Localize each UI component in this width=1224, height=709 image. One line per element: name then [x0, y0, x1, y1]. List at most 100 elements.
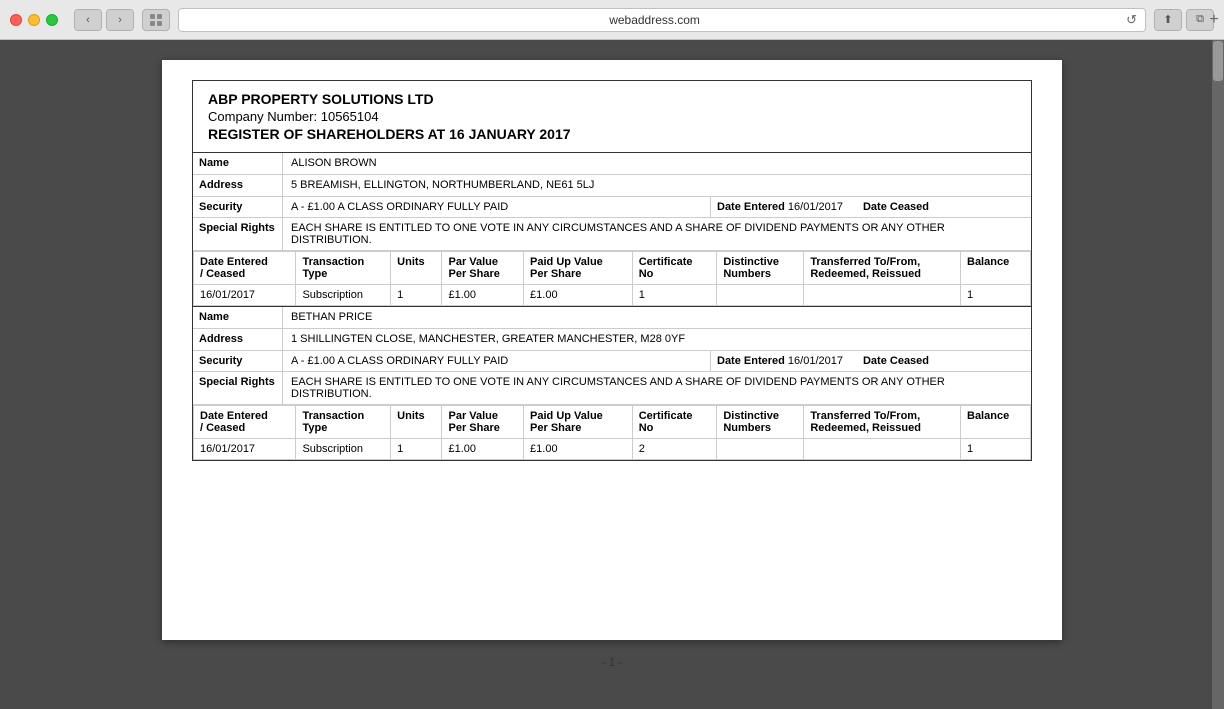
name-label-2: Name [193, 307, 283, 328]
address-bar[interactable]: webaddress.com ↺ [178, 8, 1146, 32]
col-units-2: Units [391, 406, 442, 439]
col-units-1: Units [391, 252, 442, 285]
security-value-1: A - £1.00 A CLASS ORDINARY FULLY PAID [283, 197, 711, 217]
table-row: 16/01/2017 Subscription 1 £1.00 £1.00 1 … [194, 285, 1031, 306]
company-number-line: Company Number: 10565104 [208, 109, 1016, 124]
col-date-1: Date Entered/ Ceased [194, 252, 296, 285]
security-row-2: Security A - £1.00 A CLASS ORDINARY FULL… [193, 351, 1031, 372]
date-entered-value-2: 16/01/2017 [788, 355, 843, 367]
name-value-1: ALISON BROWN [283, 153, 1031, 174]
cell-type-1-1: Subscription [296, 285, 391, 306]
url-text: webaddress.com [187, 13, 1122, 27]
tab-icon[interactable] [142, 9, 170, 31]
back-button[interactable]: ‹ [74, 9, 102, 31]
table-row: 16/01/2017 Subscription 1 £1.00 £1.00 2 … [194, 439, 1031, 460]
scrollbar-thumb[interactable] [1213, 41, 1223, 81]
company-number-label: Company Number: [208, 109, 317, 124]
cell-par-1-1: £1.00 [442, 285, 524, 306]
document-content: ABP PROPERTY SOLUTIONS LTD Company Numbe… [162, 60, 1062, 481]
name-row-1: Name ALISON BROWN [193, 153, 1031, 175]
cell-date-2-1: 16/01/2017 [194, 439, 296, 460]
col-transferred-1: Transferred To/From,Redeemed, Reissued [804, 252, 961, 285]
col-par-1: Par ValuePer Share [442, 252, 524, 285]
table-header-row-2: Date Entered/ Ceased TransactionType Uni… [194, 406, 1031, 439]
document-header: ABP PROPERTY SOLUTIONS LTD Company Numbe… [192, 80, 1032, 153]
address-row-2: Address 1 SHILLINGTEN CLOSE, MANCHESTER,… [193, 329, 1031, 351]
col-cert-2: CertificateNo [632, 406, 717, 439]
security-dates-1: Date Entered 16/01/2017 Date Ceased [711, 197, 1031, 217]
cell-date-1-1: 16/01/2017 [194, 285, 296, 306]
maximize-button[interactable] [46, 14, 58, 26]
col-balance-1: Balance [961, 252, 1031, 285]
close-button[interactable] [10, 14, 22, 26]
name-row-2: Name BETHAN PRICE [193, 307, 1031, 329]
special-rights-label-1: Special Rights [193, 218, 283, 250]
date-ceased-label-2: Date Ceased [863, 355, 929, 367]
special-rights-row-1: Special Rights EACH SHARE IS ENTITLED TO… [193, 218, 1031, 251]
col-cert-1: CertificateNo [632, 252, 717, 285]
register-title: REGISTER OF SHAREHOLDERS AT 16 JANUARY 2… [208, 126, 1016, 142]
nav-buttons: ‹ › [74, 9, 134, 31]
share-button[interactable]: ⬆ [1154, 9, 1182, 31]
page-area: ABP PROPERTY SOLUTIONS LTD Company Numbe… [0, 40, 1224, 709]
cell-paidup-2-1: £1.00 [524, 439, 633, 460]
minimize-button[interactable] [28, 14, 40, 26]
special-rights-value-1: EACH SHARE IS ENTITLED TO ONE VOTE IN AN… [283, 218, 1031, 250]
cell-balance-2-1: 1 [961, 439, 1031, 460]
cell-cert-2-1: 2 [632, 439, 717, 460]
col-distinctive-2: DistinctiveNumbers [717, 406, 804, 439]
address-value-2: 1 SHILLINGTEN CLOSE, MANCHESTER, GREATER… [283, 329, 1031, 350]
address-label-2: Address [193, 329, 283, 350]
col-paidup-2: Paid Up ValuePer Share [524, 406, 633, 439]
name-label-1: Name [193, 153, 283, 174]
company-name: ABP PROPERTY SOLUTIONS LTD [208, 91, 1016, 107]
table-header-row-1: Date Entered/ Ceased TransactionType Uni… [194, 252, 1031, 285]
browser-toolbar: ‹ › webaddress.com ↺ ⬆ ⧉ + [0, 0, 1224, 40]
browser-window: ‹ › webaddress.com ↺ ⬆ ⧉ + [0, 0, 1224, 709]
cell-type-2-1: Subscription [296, 439, 391, 460]
cell-transferred-1-1 [804, 285, 961, 306]
cell-cert-1-1: 1 [632, 285, 717, 306]
shareholder-section-2: Name BETHAN PRICE Address 1 SHILLINGTEN … [192, 307, 1032, 461]
date-entered-value-1: 16/01/2017 [788, 201, 843, 213]
address-value-1: 5 BREAMISH, ELLINGTON, NORTHUMBERLAND, N… [283, 175, 1031, 196]
name-value-2: BETHAN PRICE [283, 307, 1031, 328]
company-number-value: 10565104 [321, 109, 379, 124]
col-type-1: TransactionType [296, 252, 391, 285]
security-label-1: Security [193, 197, 283, 217]
date-entered-label-1: Date Entered [717, 201, 788, 213]
security-value-2: A - £1.00 A CLASS ORDINARY FULLY PAID [283, 351, 711, 371]
special-rights-value-2: EACH SHARE IS ENTITLED TO ONE VOTE IN AN… [283, 372, 1031, 404]
scrollbar[interactable] [1212, 40, 1224, 709]
date-entered-label-2: Date Entered [717, 355, 788, 367]
special-rights-row-2: Special Rights EACH SHARE IS ENTITLED TO… [193, 372, 1031, 405]
col-paidup-1: Paid Up ValuePer Share [524, 252, 633, 285]
address-label-1: Address [193, 175, 283, 196]
cell-distinctive-2-1 [717, 439, 804, 460]
col-type-2: TransactionType [296, 406, 391, 439]
col-transferred-2: Transferred To/From,Redeemed, Reissued [804, 406, 961, 439]
col-date-2: Date Entered/ Ceased [194, 406, 296, 439]
date-ceased-label-1: Date Ceased [863, 201, 929, 213]
page-number: - 1 - [601, 655, 622, 669]
reload-button[interactable]: ↺ [1126, 12, 1137, 28]
shares-table-2: Date Entered/ Ceased TransactionType Uni… [193, 405, 1031, 460]
traffic-lights [10, 14, 58, 26]
col-balance-2: Balance [961, 406, 1031, 439]
col-distinctive-1: DistinctiveNumbers [717, 252, 804, 285]
forward-button[interactable]: › [106, 9, 134, 31]
cell-units-2-1: 1 [391, 439, 442, 460]
new-tab-button[interactable]: + [1204, 9, 1224, 31]
col-par-2: Par ValuePer Share [442, 406, 524, 439]
security-dates-2: Date Entered 16/01/2017 Date Ceased [711, 351, 1031, 371]
shareholder-section-1: Name ALISON BROWN Address 5 BREAMISH, EL… [192, 153, 1032, 307]
security-row-1: Security A - £1.00 A CLASS ORDINARY FULL… [193, 197, 1031, 218]
cell-transferred-2-1 [804, 439, 961, 460]
address-row-1: Address 5 BREAMISH, ELLINGTON, NORTHUMBE… [193, 175, 1031, 197]
cell-balance-1-1: 1 [961, 285, 1031, 306]
cell-par-2-1: £1.00 [442, 439, 524, 460]
document: ABP PROPERTY SOLUTIONS LTD Company Numbe… [162, 60, 1062, 640]
special-rights-label-2: Special Rights [193, 372, 283, 404]
cell-units-1-1: 1 [391, 285, 442, 306]
security-label-2: Security [193, 351, 283, 371]
